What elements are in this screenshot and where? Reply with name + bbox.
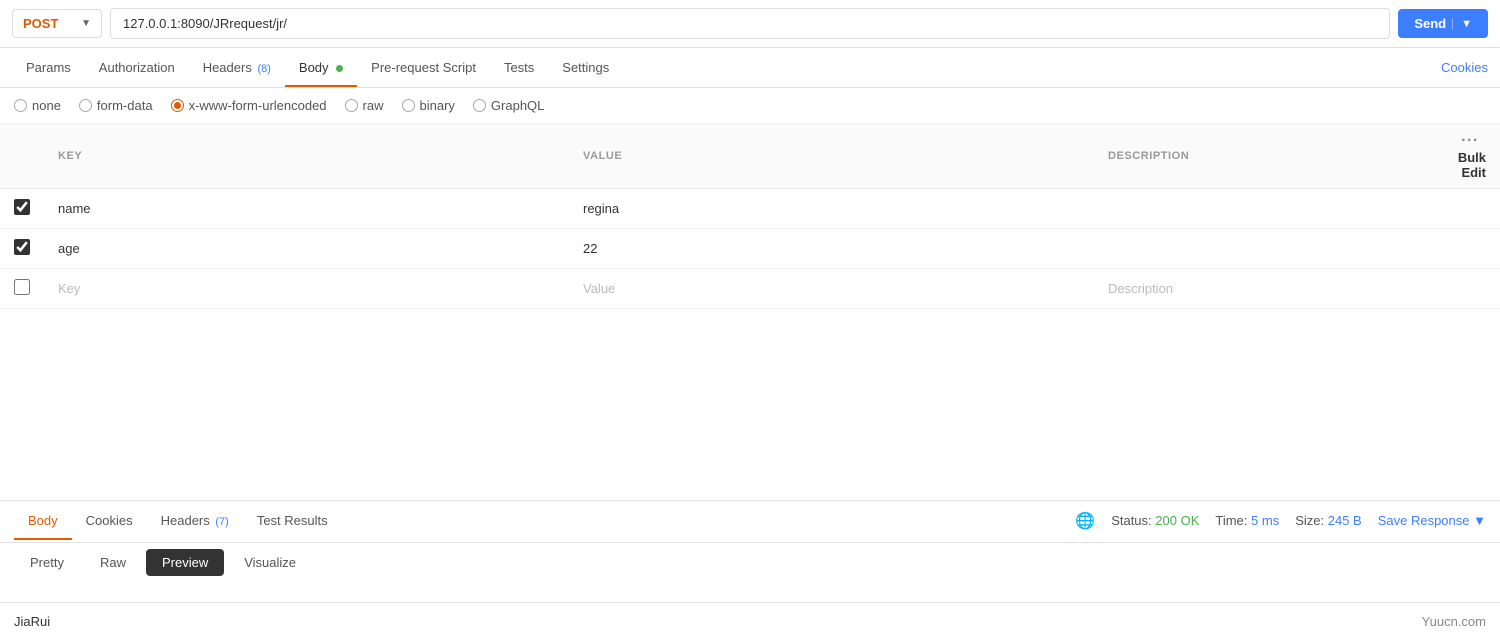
method-select[interactable]: POST ▼: [12, 9, 102, 38]
body-type-row: none form-data x-www-form-urlencoded raw…: [0, 88, 1500, 124]
tab-tests[interactable]: Tests: [490, 48, 548, 87]
sub-tab-preview[interactable]: Preview: [146, 549, 224, 576]
save-response-button[interactable]: Save Response ▼: [1378, 513, 1486, 528]
radio-raw-dot: [345, 99, 358, 112]
row2-check-cell: [0, 229, 44, 269]
col-desc-header: DESCRIPTION: [1094, 124, 1420, 189]
row2-desc-input[interactable]: [1094, 231, 1420, 266]
placeholder-key-cell: [44, 269, 569, 309]
placeholder-value-input[interactable]: [569, 271, 1094, 306]
row1-value-cell: [569, 189, 1094, 229]
bulk-edit-button[interactable]: Bulk Edit: [1458, 150, 1486, 180]
footer-right-label: Yuucn.com: [1422, 614, 1486, 629]
row2-key-input[interactable]: [44, 231, 569, 266]
tab-settings[interactable]: Settings: [548, 48, 623, 87]
col-actions-header: ··· Bulk Edit: [1420, 124, 1500, 189]
placeholder-desc-input[interactable]: [1094, 271, 1420, 306]
footer: JiaRui Yuucn.com: [0, 602, 1500, 640]
radio-form-data-dot: [79, 99, 92, 112]
table-row-placeholder: [0, 269, 1500, 309]
row1-desc-input[interactable]: [1094, 191, 1420, 226]
tab-headers[interactable]: Headers (8): [189, 48, 285, 87]
tab-body[interactable]: Body: [285, 48, 357, 87]
request-tab-nav: Params Authorization Headers (8) Body Pr…: [0, 48, 1500, 88]
row1-value-input[interactable]: [569, 191, 1094, 226]
body-type-form-data[interactable]: form-data: [79, 98, 153, 113]
globe-icon: 🌐: [1075, 511, 1095, 531]
radio-binary-dot: [402, 99, 415, 112]
row2-value-cell: [569, 229, 1094, 269]
row1-desc-cell: [1094, 189, 1420, 229]
sub-tab-visualize[interactable]: Visualize: [228, 549, 312, 576]
col-check-header: [0, 124, 44, 189]
body-type-raw[interactable]: raw: [345, 98, 384, 113]
placeholder-key-input[interactable]: [44, 271, 569, 306]
row1-actions-cell: [1420, 189, 1500, 229]
response-bar: Body Cookies Headers (7) Test Results 🌐 …: [0, 500, 1500, 540]
size-label: Size: 245 B: [1295, 513, 1362, 528]
status-label: Status: 200 OK: [1111, 513, 1199, 528]
placeholder-check-cell: [0, 269, 44, 309]
tab-authorization[interactable]: Authorization: [85, 48, 189, 87]
placeholder-checkbox[interactable]: [14, 279, 30, 295]
more-options-icon[interactable]: ···: [1461, 132, 1479, 149]
radio-urlencoded-dot: [171, 99, 184, 112]
response-tab-test-results[interactable]: Test Results: [243, 501, 342, 540]
response-headers-badge: (7): [215, 516, 228, 528]
cookies-link[interactable]: Cookies: [1441, 48, 1488, 87]
col-value-header: VALUE: [569, 124, 1094, 189]
tab-pre-request[interactable]: Pre-request Script: [357, 48, 490, 87]
radio-graphql-dot: [473, 99, 486, 112]
response-tab-cookies[interactable]: Cookies: [72, 501, 147, 540]
row1-key-input[interactable]: [44, 191, 569, 226]
time-value: 5 ms: [1251, 513, 1279, 528]
kv-table: KEY VALUE DESCRIPTION ··· Bulk Edit: [0, 124, 1500, 309]
headers-badge: (8): [257, 63, 270, 75]
placeholder-actions-cell: [1420, 269, 1500, 309]
method-label: POST: [23, 16, 58, 31]
table-header-row: KEY VALUE DESCRIPTION ··· Bulk Edit: [0, 124, 1500, 189]
sub-tab-pretty[interactable]: Pretty: [14, 549, 80, 576]
row2-actions-cell: [1420, 229, 1500, 269]
send-chevron-icon[interactable]: ▼: [1452, 18, 1472, 30]
status-value: 200 OK: [1155, 513, 1199, 528]
body-type-none[interactable]: none: [14, 98, 61, 113]
send-label: Send: [1414, 16, 1446, 31]
row1-key-cell: [44, 189, 569, 229]
table-row: [0, 229, 1500, 269]
row1-checkbox[interactable]: [14, 199, 30, 215]
response-tab-headers[interactable]: Headers (7): [147, 501, 243, 540]
body-type-binary[interactable]: binary: [402, 98, 455, 113]
sub-tab-raw[interactable]: Raw: [84, 549, 142, 576]
save-response-chevron-icon: ▼: [1473, 513, 1486, 528]
placeholder-desc-cell: [1094, 269, 1420, 309]
request-tabs: Params Authorization Headers (8) Body Pr…: [12, 48, 1441, 87]
top-bar: POST ▼ Send ▼: [0, 0, 1500, 48]
response-meta: 🌐 Status: 200 OK Time: 5 ms Size: 245 B …: [1075, 511, 1486, 531]
sub-tab-row: Pretty Raw Preview Visualize: [0, 542, 1500, 582]
table-row: [0, 189, 1500, 229]
tab-params[interactable]: Params: [12, 48, 85, 87]
radio-none-dot: [14, 99, 27, 112]
body-active-dot: [336, 65, 343, 72]
time-label: Time: 5 ms: [1215, 513, 1279, 528]
size-value: 245 B: [1328, 513, 1362, 528]
col-key-header: KEY: [44, 124, 569, 189]
row2-key-cell: [44, 229, 569, 269]
method-chevron-icon: ▼: [81, 18, 91, 29]
response-tab-body[interactable]: Body: [14, 501, 72, 540]
row1-check-cell: [0, 189, 44, 229]
row2-desc-cell: [1094, 229, 1420, 269]
placeholder-value-cell: [569, 269, 1094, 309]
row2-checkbox[interactable]: [14, 239, 30, 255]
body-type-graphql[interactable]: GraphQL: [473, 98, 544, 113]
url-input[interactable]: [110, 8, 1390, 39]
send-button[interactable]: Send ▼: [1398, 9, 1488, 38]
footer-left-label: JiaRui: [14, 614, 50, 629]
body-type-urlencoded[interactable]: x-www-form-urlencoded: [171, 98, 327, 113]
row2-value-input[interactable]: [569, 231, 1094, 266]
